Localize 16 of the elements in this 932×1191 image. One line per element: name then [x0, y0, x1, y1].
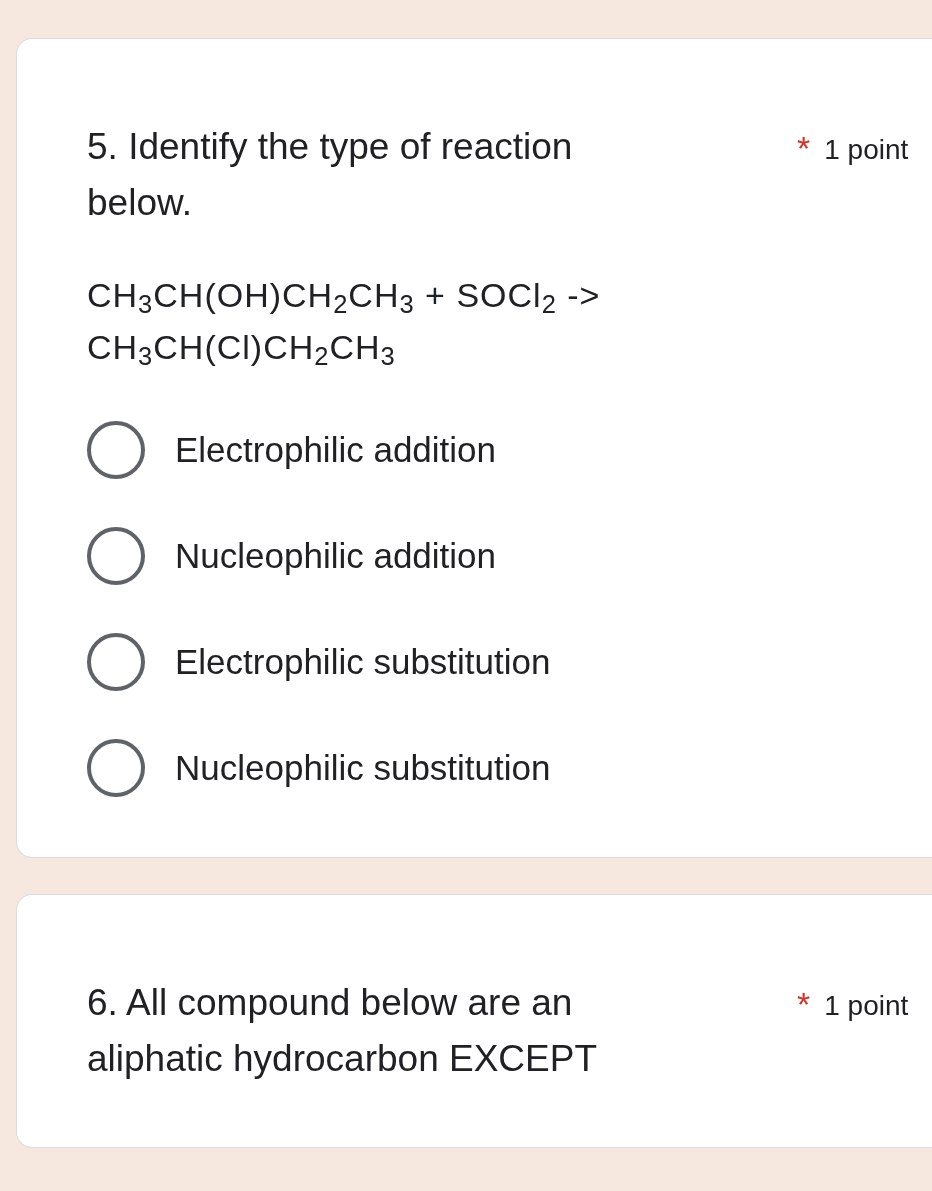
option-label[interactable]: Electrophilic substitution [175, 635, 551, 689]
question-title: 6. All compound below are an aliphatic hydrocarbon EXCEPT [87, 981, 599, 1081]
equation-text: CH$_{3}$CH(OH)CH$_{2}$CH$_{3}$ + SOCl$_{2}$ -> [87, 275, 602, 321]
radio-button[interactable] [87, 739, 145, 797]
required-mark: * [797, 984, 811, 1025]
radio-button[interactable] [87, 527, 145, 585]
option-label[interactable]: Nucleophilic substitution [175, 741, 551, 795]
option-label[interactable]: Nucleophilic addition [175, 529, 497, 583]
points-label: 1 point [824, 989, 909, 1023]
option-label[interactable]: Electrophilic addition [175, 423, 496, 477]
radio-button[interactable] [87, 421, 145, 479]
question-title: 5. Identify the type of reaction below. [87, 125, 574, 225]
required-mark: * [797, 128, 811, 169]
equation-text: CH$_{3}$CH(Cl)CH$_{2}$CH$_{3}$ [87, 327, 397, 373]
radio-button[interactable] [87, 633, 145, 691]
points-label: 1 point [824, 133, 909, 167]
